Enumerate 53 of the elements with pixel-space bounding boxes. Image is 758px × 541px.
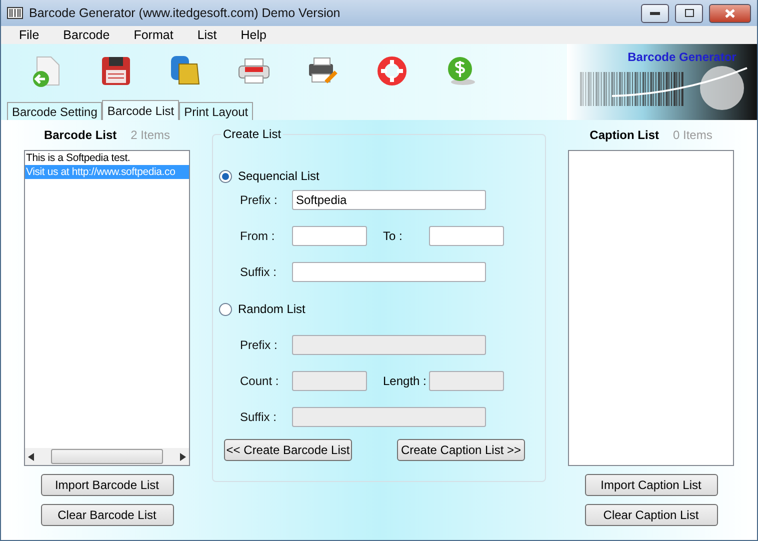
- copy-icon: [169, 54, 201, 88]
- barcode-entry[interactable]: This is a Softpedia test.: [25, 151, 189, 165]
- field-label: Count :: [240, 374, 280, 388]
- field-label: Suffix :: [240, 410, 278, 424]
- menu-item[interactable]: List: [185, 28, 229, 42]
- list-button[interactable]: Clear Barcode List: [40, 504, 174, 526]
- lifebuoy-icon: [377, 56, 407, 86]
- group-title: Create List: [222, 127, 282, 141]
- field-label: To :: [383, 229, 404, 243]
- tab[interactable]: Barcode List: [102, 100, 180, 120]
- radio-option[interactable]: Random List: [219, 299, 533, 319]
- menu-item[interactable]: Help: [228, 28, 278, 42]
- field-label: Length :: [383, 374, 428, 388]
- maximize-button[interactable]: [675, 4, 703, 22]
- input-field[interactable]: [429, 226, 504, 246]
- list-title: Caption List: [590, 128, 659, 142]
- dollar-coin-icon: [445, 54, 477, 86]
- radio-icon[interactable]: [219, 302, 232, 316]
- tab[interactable]: Barcode Setting: [7, 102, 102, 120]
- input-field[interactable]: Softpedia: [292, 190, 486, 210]
- printer-icon: [237, 56, 271, 84]
- input-field[interactable]: [292, 262, 486, 282]
- banner-title: Barcode Generator: [628, 50, 736, 64]
- scroll-right-icon[interactable]: [180, 452, 186, 460]
- window-title: Barcode Generator (www.itedgesoft.com) Demo Version: [29, 6, 342, 20]
- menu-item[interactable]: Barcode: [51, 28, 122, 42]
- horizontal-scrollbar[interactable]: [25, 448, 189, 465]
- item-count: 0 Items: [672, 128, 712, 142]
- menu-item[interactable]: File: [7, 28, 52, 42]
- radio-option[interactable]: Sequencial List: [219, 166, 533, 186]
- close-icon: [725, 8, 735, 18]
- field-label: Prefix :: [240, 338, 278, 352]
- create-button[interactable]: << Create Barcode List: [224, 439, 352, 461]
- barcode-app-icon: [7, 7, 23, 19]
- close-button[interactable]: [709, 4, 751, 22]
- field-label: Prefix :: [240, 193, 278, 207]
- create-button[interactable]: Create Caption List >>: [397, 439, 525, 461]
- radio-icon[interactable]: [219, 170, 232, 182]
- list-button[interactable]: Import Barcode List: [40, 474, 174, 496]
- field-label: Suffix :: [240, 265, 278, 279]
- list-button[interactable]: Import Caption List: [584, 474, 718, 496]
- input-field[interactable]: [292, 226, 367, 246]
- item-count: 2 Items: [130, 128, 170, 142]
- minimize-icon: [650, 12, 660, 14]
- maximize-icon: [684, 9, 694, 17]
- menu-item[interactable]: Format: [122, 28, 186, 42]
- list-button[interactable]: Clear Caption List: [584, 504, 718, 526]
- list-title: Barcode List: [44, 128, 117, 142]
- minimize-button[interactable]: [641, 4, 669, 22]
- scroll-left-icon[interactable]: [28, 452, 34, 460]
- list-box[interactable]: This is a Softpedia test. Visit us at http://www.softpedia.co: [24, 150, 190, 466]
- tab[interactable]: Print Layout: [179, 102, 254, 120]
- field-label: From :: [240, 229, 276, 243]
